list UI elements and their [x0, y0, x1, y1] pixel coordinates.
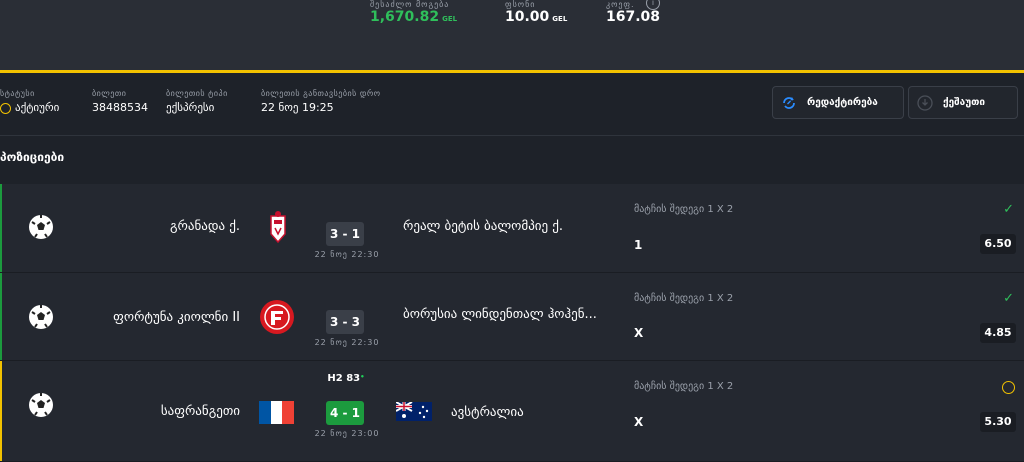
date-value: 22 ნოე 19:25: [261, 101, 334, 114]
home-team: გრანადა ქ.: [169, 219, 240, 234]
refresh-edit-icon: [783, 96, 795, 109]
australia-flag-icon: [396, 402, 432, 421]
position-row[interactable]: ფორტუნა კიოლნი II 3 - 3 22 ნოე 22:30 ბორ…: [0, 273, 1024, 361]
away-team: ბორუსია ლინდენთალ ჰოჰენ...: [403, 307, 597, 322]
pick-odds: 6.50: [980, 234, 1016, 254]
possible-win-label: შესაძლო მოგება: [370, 0, 450, 9]
positions-title: პოზიციები: [0, 150, 65, 164]
stake-value: 10.00: [505, 9, 550, 25]
pick-odds: 5.30: [980, 412, 1016, 432]
football-icon: [29, 215, 53, 239]
ticket-value: 38488534: [92, 101, 148, 114]
status-value: აქტიური: [15, 101, 60, 114]
away-team: რეალ ბეტის ბალომპიე ქ.: [403, 219, 564, 234]
match-score: 4 - 1: [326, 401, 364, 425]
cashout-label: ქეშაუთი: [943, 97, 986, 108]
match-datetime: 22 ნოე 22:30: [314, 338, 380, 347]
row-status-bar: [0, 273, 2, 360]
live-indicator-icon: •: [360, 373, 365, 381]
row-status-bar: [0, 361, 2, 461]
edit-button[interactable]: რედაქტირება: [772, 86, 904, 119]
market-name: მატჩის შედეგი 1 X 2: [634, 381, 734, 392]
position-row[interactable]: გრანადა ქ. 3 - 1 22 ნოე 22:30 რეალ ბეტის…: [0, 184, 1024, 273]
pick-value: 1: [634, 238, 643, 252]
status-label: სტატუსი: [0, 89, 35, 98]
divider: [0, 135, 1024, 136]
odds-value: 167.08: [606, 9, 661, 25]
match-datetime: 22 ნოე 22:30: [314, 250, 380, 259]
home-team: საფრანგეთი: [160, 404, 240, 419]
row-status-bar: [0, 184, 2, 272]
type-label: ბილეთის ტიპი: [166, 89, 228, 98]
date-label: ბილეთის განთავსების დრო: [261, 89, 381, 98]
market-name: მატჩის შედეგი 1 X 2: [634, 204, 734, 215]
pick-odds: 4.85: [980, 323, 1016, 343]
ticket-id: ბილეთი 38488534: [92, 89, 148, 114]
granada-logo-icon: [270, 211, 286, 244]
pick-value: X: [634, 415, 644, 429]
ticket-status: სტატუსი აქტიური: [0, 89, 59, 114]
type-value: ექსპრესი: [166, 101, 215, 114]
away-team: ავსტრალია: [451, 405, 524, 420]
status-pending-icon: [0, 102, 11, 114]
possible-win: შესაძლო მოგება 1,670.82 GEL: [370, 0, 457, 25]
position-row[interactable]: საფრანგეთი H2 83• 4 - 1 22 ნოე 23:00 ავს…: [0, 361, 1024, 462]
possible-win-value: 1,670.82: [370, 9, 440, 25]
football-icon: [29, 305, 53, 329]
download-circle-icon: [917, 94, 933, 111]
pick-value: X: [634, 326, 644, 340]
won-check-icon: ✓: [1003, 291, 1014, 306]
stake-currency: GEL: [552, 15, 568, 23]
market-name: მატჩის შედეგი 1 X 2: [634, 293, 734, 304]
ticket-date: ბილეთის განთავსების დრო 22 ნოე 19:25: [261, 89, 381, 114]
match-datetime: 22 ნოე 23:00: [314, 429, 380, 438]
fortuna-koln-logo-icon: [260, 300, 294, 334]
won-check-icon: ✓: [1003, 202, 1014, 217]
match-score: 3 - 1: [326, 222, 364, 246]
france-flag-icon: [259, 401, 294, 424]
football-icon: [29, 393, 53, 417]
ticket-label: ბილეთი: [92, 89, 127, 98]
ticket-type: ბილეთის ტიპი ექსპრესი: [166, 89, 228, 114]
cashout-button[interactable]: ქეშაუთი: [908, 86, 1018, 119]
home-team: ფორტუნა კიოლნი II: [113, 310, 240, 325]
currency: GEL: [442, 15, 458, 23]
edit-label: რედაქტირება: [807, 97, 878, 108]
live-match-time: H2 83: [327, 373, 361, 384]
match-score: 3 - 3: [326, 310, 364, 334]
pending-status-icon: [1002, 381, 1015, 394]
stake-label: ფსონი: [505, 0, 536, 9]
stake: ფსონი 10.00 GEL: [505, 0, 567, 25]
ticket-summary-panel: შესაძლო მოგება 1,670.82 GEL ფსონი 10.00 GE…: [0, 0, 1024, 73]
